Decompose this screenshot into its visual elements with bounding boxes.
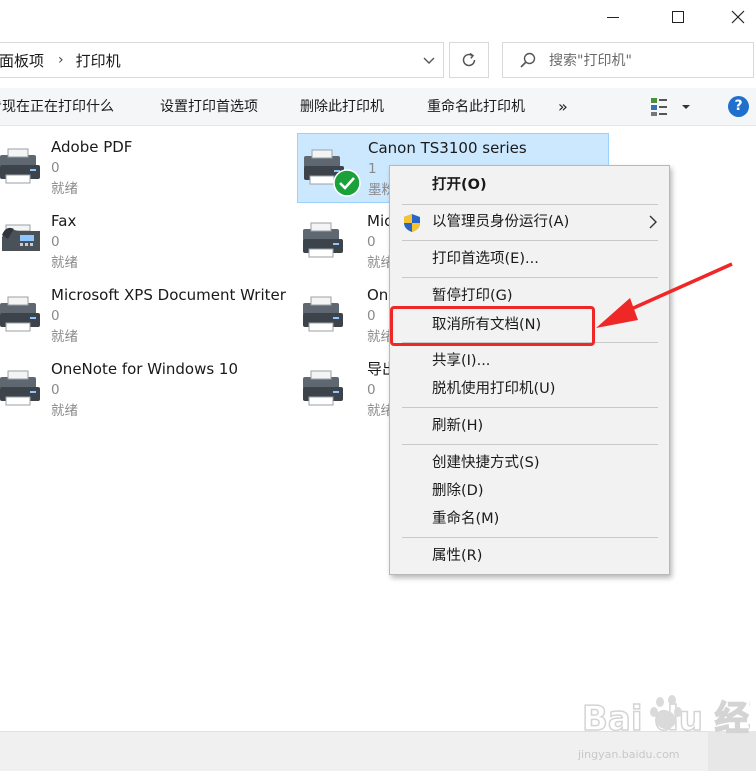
close-icon: [731, 10, 745, 24]
annotation-highlight-box: [390, 306, 595, 346]
menu-item-create-shortcut[interactable]: 创建快捷方式(S): [390, 449, 669, 477]
chevron-right-icon: [649, 215, 657, 229]
device-name: Microsoft XPS Document Writer: [51, 286, 286, 304]
menu-item-open[interactable]: 打开(O): [390, 171, 669, 199]
menu-separator: [402, 537, 658, 538]
device-name: OneNote for Windows 10: [51, 360, 239, 378]
menu-item-delete[interactable]: 删除(D): [390, 477, 669, 505]
breadcrumb-current[interactable]: 打印机: [76, 50, 121, 71]
device-xps-writer[interactable]: Microsoft XPS Document Writer 0 就绪: [0, 281, 300, 347]
baidu-watermark-logo: Bai du 经验: [581, 695, 750, 740]
device-status: 就绪: [51, 403, 78, 419]
title-bar: [0, 0, 756, 34]
breadcrumb-parent[interactable]: 面板项: [0, 50, 44, 71]
rename-printer-button[interactable]: 重命名此打印机: [427, 88, 525, 126]
command-bar: 看现在正在打印什么 设置打印首选项 删除此打印机 重命名此打印机 » ?: [0, 88, 756, 126]
search-placeholder: 搜索"打印机": [549, 53, 632, 69]
annotation-arrow-icon: [596, 262, 733, 328]
device-fax[interactable]: Fax 0 就绪: [0, 207, 300, 273]
search-input[interactable]: 搜索"打印机": [502, 42, 754, 78]
maximize-icon: [672, 11, 684, 23]
uac-shield-icon: [404, 214, 420, 232]
breadcrumb-separator-icon[interactable]: ›: [58, 52, 64, 68]
view-options-button[interactable]: [650, 97, 690, 117]
device-name: Canon TS3100 series: [368, 139, 527, 157]
device-name: Fax: [51, 212, 77, 230]
menu-item-offline[interactable]: 脱机使用打印机(U): [390, 375, 669, 403]
device-export[interactable]: 导出 0 就绪: [303, 355, 397, 421]
device-adobe-pdf[interactable]: Adobe PDF 0 就绪: [0, 133, 300, 199]
device-count: 0: [51, 308, 60, 324]
device-count: 0: [51, 382, 60, 398]
device-count: 0: [51, 234, 60, 250]
delete-printer-button[interactable]: 删除此打印机: [300, 88, 384, 126]
view-options-icon: [651, 98, 690, 116]
device-name: Adobe PDF: [51, 138, 133, 156]
more-commands-button[interactable]: »: [558, 88, 568, 126]
menu-item-run-as-admin[interactable]: 以管理员身份运行(A): [390, 208, 669, 236]
menu-item-share[interactable]: 共享(I)...: [390, 347, 669, 375]
device-on[interactable]: On 0 就绪: [303, 281, 394, 347]
menu-item-refresh[interactable]: 刷新(H): [390, 412, 669, 440]
device-mic[interactable]: Mic 0 就绪: [303, 207, 394, 273]
context-menu: 打开(O) 以管理员身份运行(A) 打印首选项(E)... 暂停打印(G) 取消…: [389, 165, 670, 575]
menu-separator: [402, 204, 658, 205]
refresh-button[interactable]: [449, 42, 489, 78]
help-button[interactable]: ?: [728, 96, 749, 117]
chevron-down-icon[interactable]: [421, 52, 437, 68]
printer-icon: [303, 222, 343, 258]
default-check-icon: [333, 169, 361, 197]
close-button[interactable]: [715, 0, 756, 34]
device-status: 就绪: [51, 181, 78, 197]
fax-icon: [2, 224, 40, 251]
device-onenote[interactable]: OneNote for Windows 10 0 就绪: [0, 355, 300, 421]
device-count: 0: [51, 160, 60, 176]
address-bar[interactable]: 面板项 › 打印机: [0, 42, 444, 78]
menu-separator: [402, 444, 658, 445]
menu-item-properties[interactable]: 属性(R): [390, 542, 669, 570]
see-whats-printing-button[interactable]: 看现在正在打印什么: [0, 88, 114, 126]
watermark-url: jingyan.baidu.com: [578, 748, 680, 761]
menu-separator: [402, 240, 658, 241]
printer-icon: [0, 370, 40, 406]
printer-icon: [0, 296, 40, 332]
menu-separator: [402, 407, 658, 408]
device-status: 就绪: [51, 255, 78, 271]
menu-item-label: 以管理员身份运行(A): [432, 214, 570, 230]
device-status: 就绪: [51, 329, 78, 345]
address-row: 面板项 › 打印机 搜索"打印机": [0, 40, 756, 82]
minimize-icon: [607, 16, 619, 18]
set-print-prefs-button[interactable]: 设置打印首选项: [160, 88, 258, 126]
search-icon: [520, 52, 536, 68]
printer-icon: [303, 296, 343, 332]
printer-icon: [303, 370, 343, 406]
maximize-button[interactable]: [655, 0, 701, 34]
menu-item-rename[interactable]: 重命名(M): [390, 505, 669, 533]
printer-icon: [0, 148, 40, 184]
minimize-button[interactable]: [590, 0, 636, 34]
refresh-icon: [462, 52, 476, 67]
